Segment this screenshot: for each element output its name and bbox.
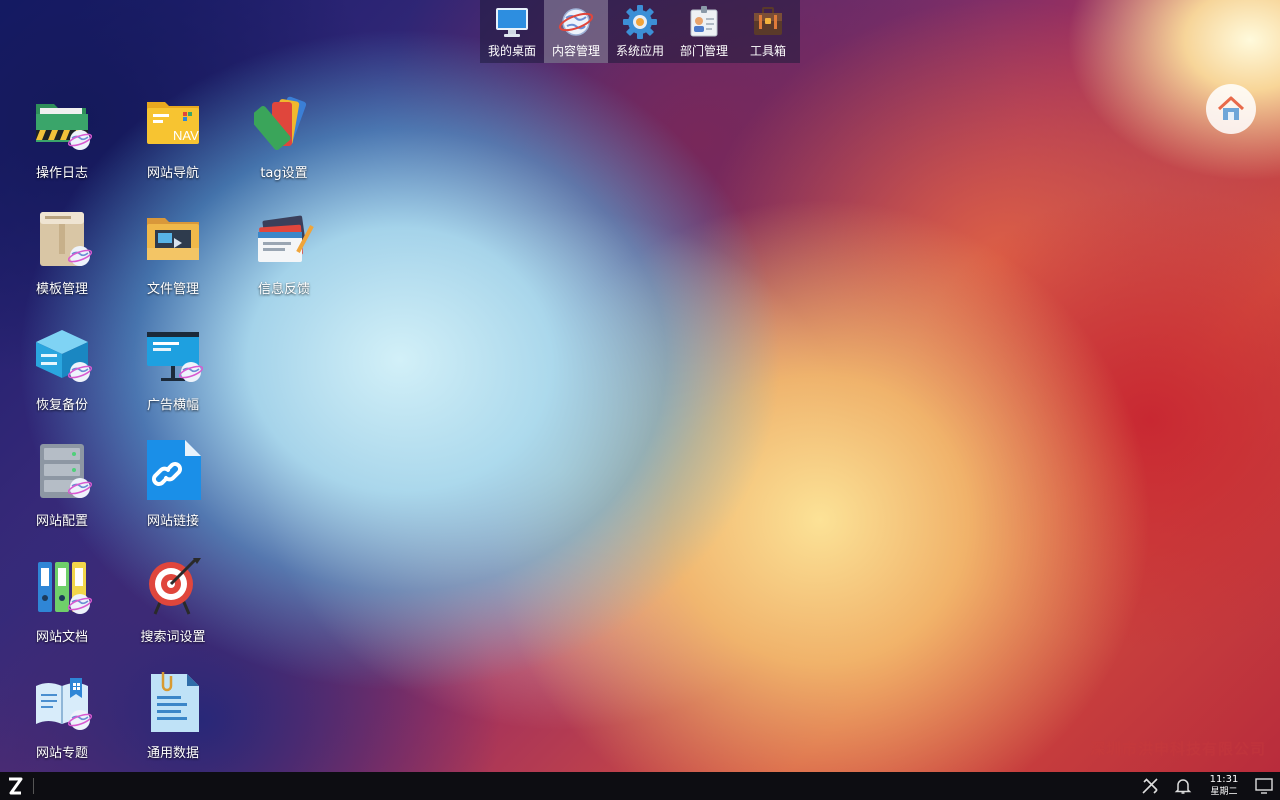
taskbar-separator [33, 778, 34, 794]
desktop-icon-ad-banner[interactable]: 广告横幅 [123, 316, 223, 426]
home-button[interactable] [1206, 84, 1256, 134]
monitor-icon [493, 4, 531, 40]
desktop-icon-site-navigation[interactable]: NAV 网站导航 [123, 84, 223, 194]
desktop-icon-restore-backup[interactable]: 恢复备份 [12, 316, 112, 426]
globe-badge-icon [68, 246, 92, 266]
tools-icon [1142, 778, 1158, 794]
dock-item-department-management[interactable]: 部门管理 [672, 0, 736, 63]
dock-item-label: 部门管理 [679, 44, 728, 58]
dock-item-system-apps[interactable]: 系统应用 [608, 0, 672, 63]
tags-icon [252, 90, 316, 154]
taskbar: 11:31 星期二 [0, 772, 1280, 800]
dock-item-content-management[interactable]: 内容管理 [544, 0, 608, 63]
top-dock: 我的桌面 内容管理 系统应用 部门管理 工具箱 [480, 0, 800, 63]
green-folder-icon [30, 90, 94, 154]
server-rack-icon [30, 438, 94, 502]
gear-icon [621, 4, 659, 40]
company-watermark: 深圳市洪申科技有限公司 [1089, 740, 1266, 758]
billboard-icon [141, 322, 205, 386]
globe-badge-icon [68, 594, 92, 614]
desktop-icon-tag-settings[interactable]: tag设置 [234, 84, 334, 194]
topic-book-icon [30, 670, 94, 734]
desktop-icon-file-management[interactable]: 文件管理 [123, 200, 223, 310]
clock-weekday: 星期二 [1210, 787, 1238, 797]
start-button[interactable] [6, 776, 24, 796]
desktop-icon-search-term-settings[interactable]: 搜索词设置 [123, 548, 223, 658]
tools-button[interactable] [1141, 777, 1159, 795]
clipboard-document-icon [141, 670, 205, 734]
show-desktop-button[interactable] [1255, 778, 1273, 794]
desktop-icon-label: 模板管理 [35, 282, 88, 297]
dock-item-my-desktop[interactable]: 我的桌面 [480, 0, 544, 63]
dock-item-label: 内容管理 [551, 44, 600, 58]
backup-server-icon [30, 322, 94, 386]
desktop-icon-label: 网站链接 [146, 514, 199, 529]
show-desktop-icon [1255, 778, 1273, 794]
desktop-icon-label: 网站文档 [35, 630, 88, 645]
desktop-icon-label: 文件管理 [146, 282, 199, 297]
feedback-cards-icon [252, 206, 316, 270]
desktop-icon-label: 信息反馈 [257, 282, 310, 297]
bell-icon [1174, 779, 1192, 794]
desktop-icon-label: 通用数据 [146, 746, 199, 761]
globe-badge-icon [179, 362, 203, 382]
globe-badge-icon [68, 478, 92, 498]
desktop-icon-label: 网站导航 [146, 166, 199, 181]
dock-item-label: 我的桌面 [487, 44, 536, 58]
svg-text:NAV: NAV [173, 128, 199, 143]
id-card-icon [685, 4, 723, 40]
desktop-icon-label: 网站配置 [35, 514, 88, 529]
nav-folder-icon: NAV [141, 90, 205, 154]
globe-badge-icon [68, 130, 92, 150]
desktop-icon-label: 搜索词设置 [140, 630, 206, 645]
globe-icon [557, 4, 595, 40]
file-folder-icon [141, 206, 205, 270]
template-box-icon [30, 206, 94, 270]
desktop-icon-label: 操作日志 [35, 166, 88, 181]
desktop-icon-site-links[interactable]: 网站链接 [123, 432, 223, 542]
desktop-icon-site-config[interactable]: 网站配置 [12, 432, 112, 542]
home-icon [1217, 96, 1245, 120]
desktop-icon-operation-log[interactable]: 操作日志 [12, 84, 112, 194]
dock-item-toolbox[interactable]: 工具箱 [736, 0, 800, 63]
taskbar-clock[interactable]: 11:31 星期二 [1204, 774, 1244, 798]
start-logo-icon [9, 777, 23, 795]
desktop-icon-label: tag设置 [260, 166, 308, 181]
globe-badge-icon [68, 362, 92, 382]
desktop-icon-feedback[interactable]: 信息反馈 [234, 200, 334, 310]
dock-item-label: 系统应用 [615, 44, 664, 58]
clock-time: 11:31 [1209, 774, 1239, 785]
toolbox-icon [749, 4, 787, 40]
desktop-icon-label: 广告横幅 [146, 398, 199, 413]
desktop-icon-site-topics[interactable]: 网站专题 [12, 664, 112, 774]
link-document-icon [141, 438, 205, 502]
globe-badge-icon [68, 710, 92, 730]
target-icon [141, 554, 205, 618]
desktop-icon-general-data[interactable]: 通用数据 [123, 664, 223, 774]
desktop-icon-site-documents[interactable]: 网站文档 [12, 548, 112, 658]
desktop-icon-label: 恢复备份 [35, 398, 88, 413]
desktop-icon-label: 网站专题 [35, 746, 88, 761]
dock-item-label: 工具箱 [749, 44, 786, 58]
binders-icon [30, 554, 94, 618]
desktop-icon-template-management[interactable]: 模板管理 [12, 200, 112, 310]
notifications-button[interactable] [1174, 777, 1192, 795]
